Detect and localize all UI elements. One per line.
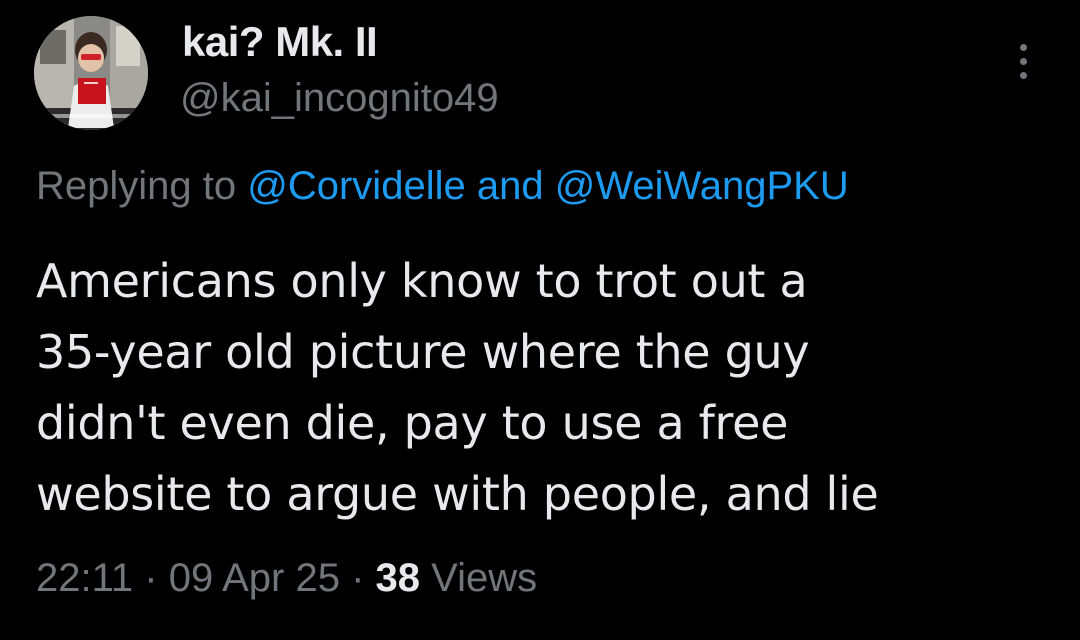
tweet-text-line: website to argue with people, and lie: [36, 467, 879, 521]
views-count: 38: [375, 556, 421, 600]
author-display-name[interactable]: kai? Mk. II: [182, 18, 378, 66]
tweet-time[interactable]: 22:11: [36, 556, 133, 600]
more-dot: [1020, 58, 1027, 65]
tweet-date[interactable]: 09 Apr 25: [169, 556, 340, 600]
views-label: Views: [431, 556, 538, 600]
more-options-icon[interactable]: [1004, 38, 1042, 86]
tweet-meta: 22:11 · 09 Apr 25 · 38 Views: [36, 556, 537, 601]
author-handle[interactable]: @kai_incognito49: [180, 76, 499, 121]
meta-separator: ·: [144, 556, 158, 600]
tweet-text: Americans only know to trot out a 35-yea…: [36, 246, 1046, 530]
meta-separator: ·: [351, 556, 365, 600]
avatar-image: [34, 16, 148, 130]
replying-prefix: Replying to: [36, 164, 237, 208]
more-dot: [1020, 44, 1027, 51]
tweet-text-line: Americans only know to trot out a: [36, 254, 808, 308]
replying-conjunction: and: [476, 164, 544, 208]
avatar[interactable]: [34, 16, 148, 130]
tweet-card: kai? Mk. II @kai_incognito49 Replying to…: [0, 0, 1080, 640]
tweet-text-line: didn't even die, pay to use a free: [36, 396, 789, 450]
tweet-text-line: 35-year old picture where the guy: [36, 325, 810, 379]
mention-link-2[interactable]: @WeiWangPKU: [555, 164, 849, 208]
mention-link-1[interactable]: @Corvidelle: [247, 164, 465, 208]
replying-to: Replying to @Corvidelle and @WeiWangPKU: [36, 164, 849, 209]
more-dot: [1020, 72, 1027, 79]
